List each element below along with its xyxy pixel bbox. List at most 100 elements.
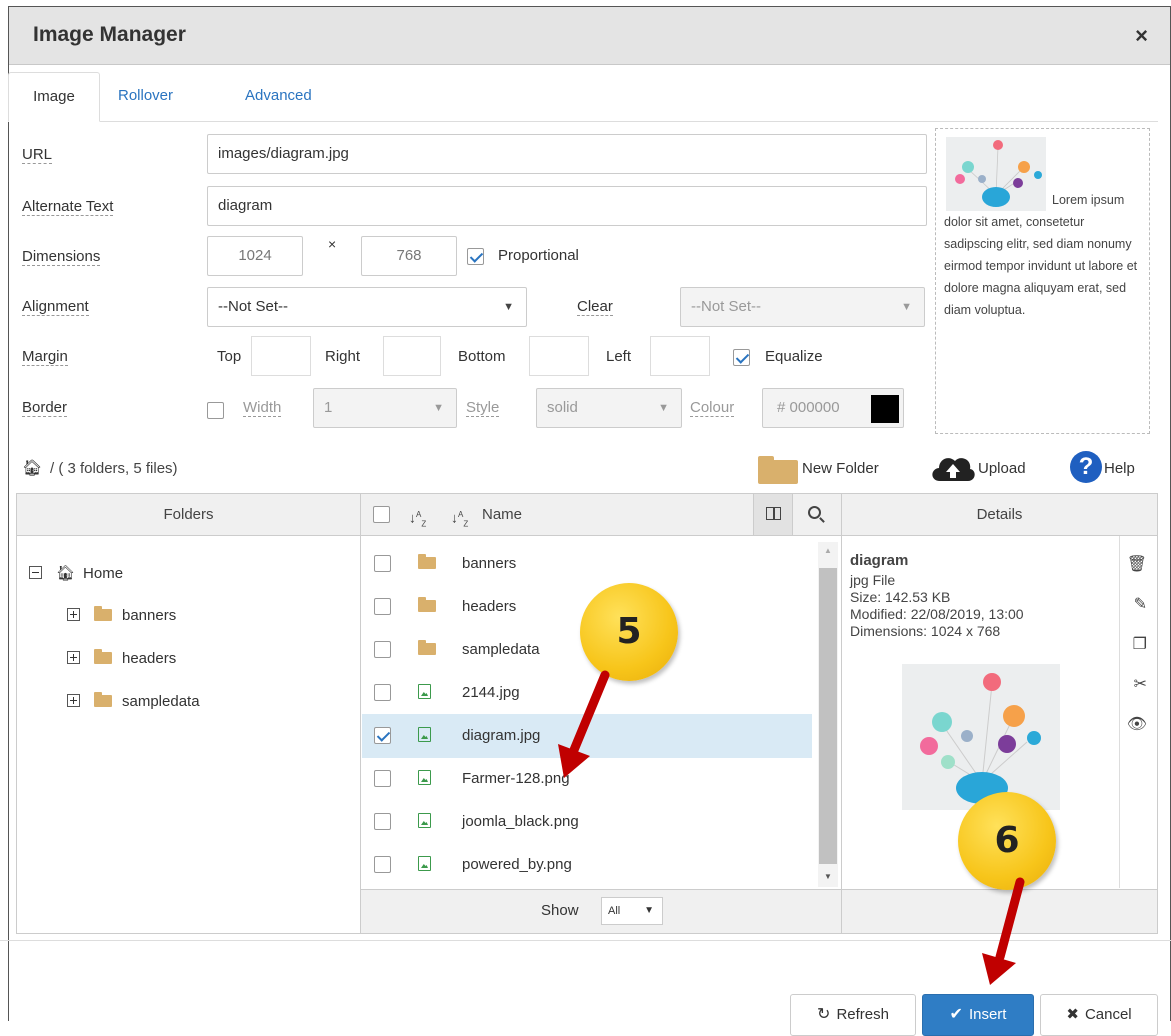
cancel-icon: ✖	[1066, 1006, 1079, 1023]
colour-swatch[interactable]	[871, 395, 899, 423]
clear-label: Clear	[577, 298, 613, 316]
border-width-label: Width	[243, 399, 282, 417]
help-icon[interactable]: ?	[1070, 451, 1102, 483]
margin-right-field[interactable]	[383, 336, 441, 376]
sort-icon[interactable]: ↓AZ	[409, 494, 426, 545]
scrollbar-thumb[interactable]	[819, 568, 837, 864]
expand-icon[interactable]	[67, 651, 80, 664]
url-field[interactable]: images/diagram.jpg	[207, 134, 927, 174]
upload-button[interactable]: Upload	[978, 460, 1026, 477]
border-width-select[interactable]: 1 ▼	[313, 388, 457, 428]
cut-icon[interactable]: ✂	[1134, 674, 1147, 694]
expand-icon[interactable]	[67, 608, 80, 621]
insert-label: Insert	[968, 1006, 1007, 1023]
file-row[interactable]: banners	[362, 542, 812, 586]
cancel-label: Cancel	[1084, 1006, 1132, 1023]
file-checkbox[interactable]	[374, 770, 391, 787]
file-row[interactable]: joomla_black.png	[362, 800, 812, 844]
width-field[interactable]: 1024	[207, 236, 303, 276]
details-actions: 🗑︎ ✎ ❐ ✂ 👁︎	[1119, 536, 1157, 888]
margin-bottom-field[interactable]	[529, 336, 589, 376]
tree-item-home[interactable]: 🏠︎ Home	[29, 564, 123, 582]
tab-image[interactable]: Image	[8, 72, 100, 122]
delete-icon[interactable]: 🗑︎	[1127, 554, 1147, 574]
view-toggle-button[interactable]	[753, 494, 793, 535]
border-checkbox[interactable]	[207, 402, 224, 419]
file-checkbox[interactable]	[374, 598, 391, 615]
insert-button[interactable]: ✔ Insert	[922, 994, 1034, 1036]
tree-item-label: Home	[83, 565, 124, 582]
check-icon: ✔	[949, 1006, 963, 1023]
show-label: Show	[541, 902, 579, 919]
scrollbar[interactable]: ▲ ▼	[818, 542, 838, 887]
copy-icon[interactable]: ❐	[1133, 634, 1147, 654]
new-folder-button[interactable]: New Folder	[802, 460, 879, 477]
tree-item-banners[interactable]: banners	[67, 606, 176, 624]
border-style-value: solid	[547, 399, 578, 416]
tab-advanced[interactable]: Advanced	[245, 72, 312, 122]
details-size: Size: 142.53 KB	[850, 589, 951, 605]
file-name: joomla_black.png	[462, 813, 579, 830]
name-column-header[interactable]: Name	[482, 494, 522, 536]
files-header: ↓AZ ↓AZ Name	[361, 494, 841, 536]
preview-eye-icon[interactable]: 👁︎	[1127, 714, 1147, 734]
details-name: diagram	[850, 552, 909, 569]
home-icon[interactable]: 🏠︎	[22, 458, 42, 478]
proportional-checkbox[interactable]	[467, 248, 484, 265]
new-folder-icon[interactable]	[758, 454, 798, 484]
border-colour-label: Colour	[690, 399, 735, 417]
refresh-button[interactable]: ↻ Refresh	[790, 994, 916, 1036]
border-style-label: Style	[466, 399, 500, 417]
file-checkbox[interactable]	[374, 641, 391, 658]
folder-icon	[94, 692, 112, 707]
scroll-down-icon[interactable]: ▼	[824, 872, 832, 881]
edit-icon[interactable]: ✎	[1134, 594, 1147, 614]
file-checkbox[interactable]	[374, 555, 391, 572]
file-icon	[418, 757, 431, 801]
alignment-label: Alignment	[22, 298, 89, 316]
file-name: banners	[462, 555, 517, 572]
sort-name-icon[interactable]: ↓AZ	[451, 494, 468, 545]
dropdown-arrow-icon: ▼	[901, 301, 912, 313]
step-badge-6: 6	[958, 792, 1056, 890]
cancel-button[interactable]: ✖ Cancel	[1040, 994, 1158, 1036]
tree-item-sampledata[interactable]: sampledata	[67, 692, 200, 710]
file-checkbox[interactable]	[374, 813, 391, 830]
file-name: 2144.jpg	[462, 684, 520, 701]
file-icon	[418, 800, 431, 844]
file-checkbox[interactable]	[374, 684, 391, 701]
url-label: URL	[22, 146, 53, 164]
alignment-value: --Not Set--	[218, 298, 289, 315]
file-checkbox[interactable]	[374, 856, 391, 873]
expand-icon[interactable]	[67, 694, 80, 707]
clear-select[interactable]: --Not Set-- ▼	[680, 287, 925, 327]
show-value: All	[608, 905, 621, 917]
folder-icon	[418, 554, 436, 569]
height-field[interactable]: 768	[361, 236, 457, 276]
margin-left-field[interactable]	[650, 336, 710, 376]
help-button[interactable]: Help	[1104, 460, 1135, 477]
folders-header: Folders	[17, 494, 360, 536]
file-name: headers	[462, 598, 517, 615]
border-colour-field[interactable]: # 000000	[762, 388, 904, 428]
border-style-select[interactable]: solid ▼	[536, 388, 682, 428]
show-select[interactable]: All ▼	[601, 897, 663, 925]
margin-top-field[interactable]	[251, 336, 311, 376]
upload-icon[interactable]	[930, 453, 976, 483]
close-icon[interactable]: ×	[1135, 23, 1148, 49]
collapse-icon[interactable]	[29, 566, 42, 579]
equalize-checkbox[interactable]	[733, 349, 750, 366]
tree-item-headers[interactable]: headers	[67, 649, 176, 667]
file-checkbox[interactable]	[374, 727, 391, 744]
tab-rollover[interactable]: Rollover	[118, 72, 173, 122]
file-row[interactable]: powered_by.png	[362, 843, 812, 887]
dropdown-arrow-icon: ▼	[503, 301, 514, 313]
arrow-annotation-6	[982, 877, 1025, 985]
home-icon: 🏠︎	[56, 565, 76, 582]
alt-text-field[interactable]: diagram	[207, 186, 927, 226]
alignment-select[interactable]: --Not Set-- ▼	[207, 287, 527, 327]
select-all-checkbox[interactable]	[373, 506, 390, 523]
details-modified: Modified: 22/08/2019, 13:00	[850, 606, 1024, 622]
folder-icon	[94, 649, 112, 664]
scroll-up-icon[interactable]: ▲	[824, 546, 832, 555]
